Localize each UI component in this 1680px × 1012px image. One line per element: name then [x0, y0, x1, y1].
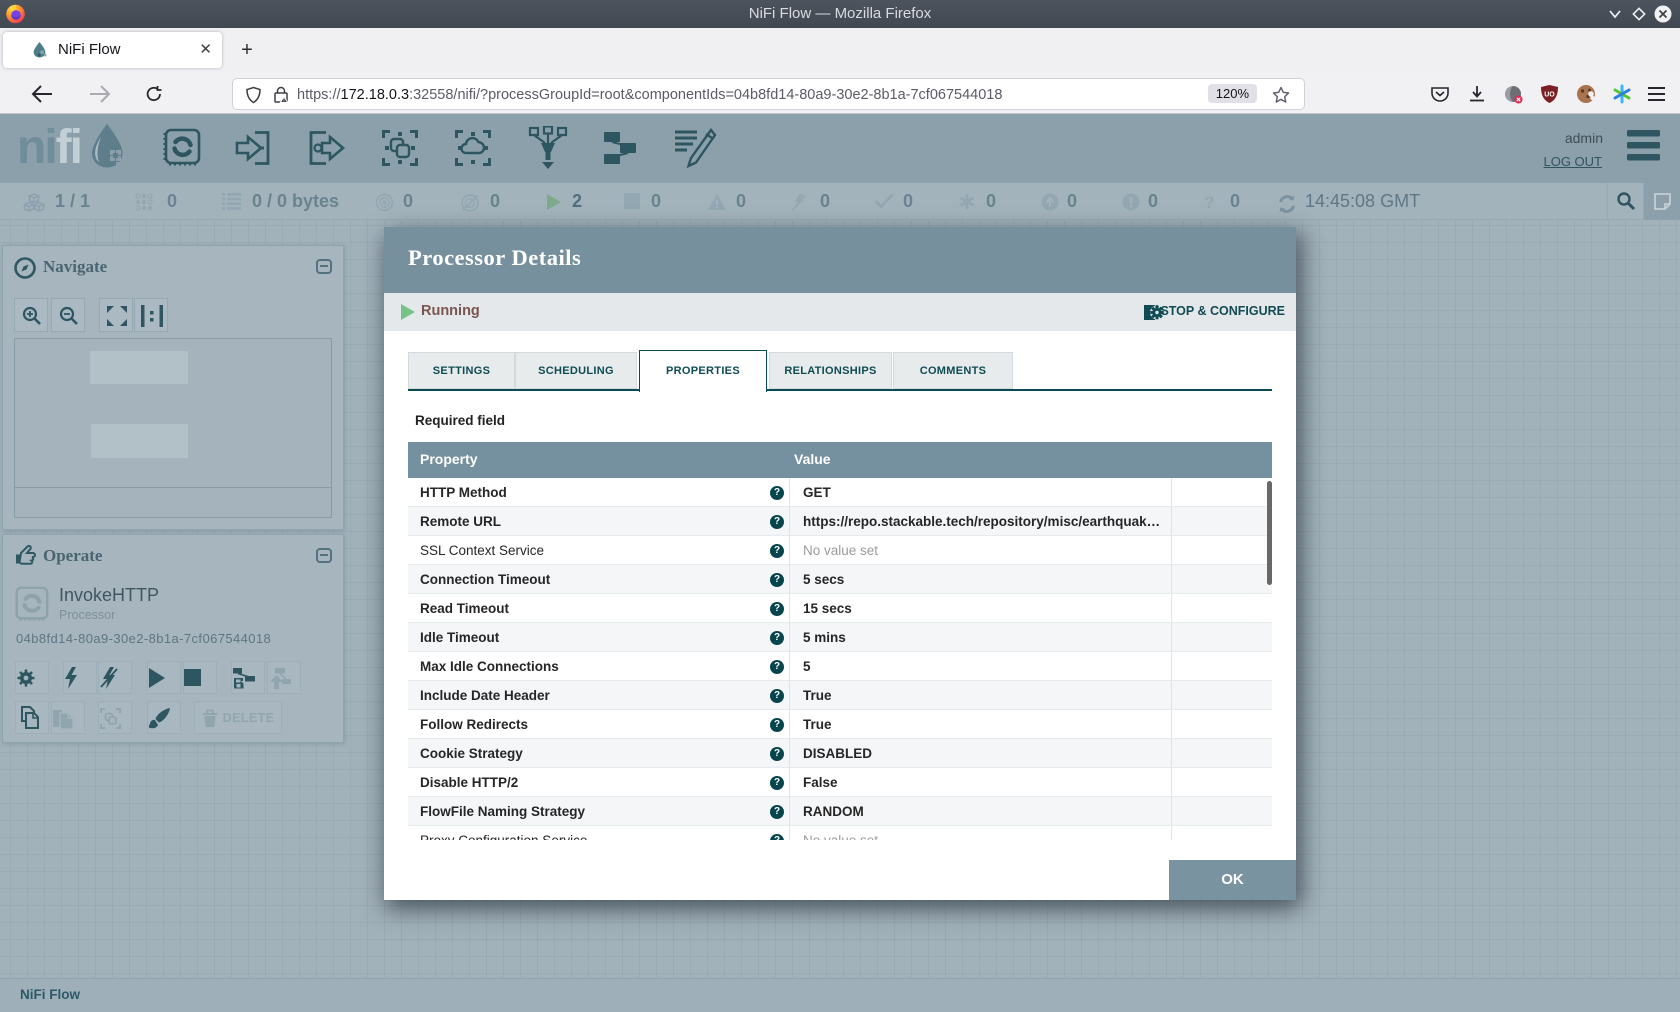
svg-text:UO: UO — [1544, 92, 1555, 99]
svg-text:!: ! — [283, 98, 284, 104]
